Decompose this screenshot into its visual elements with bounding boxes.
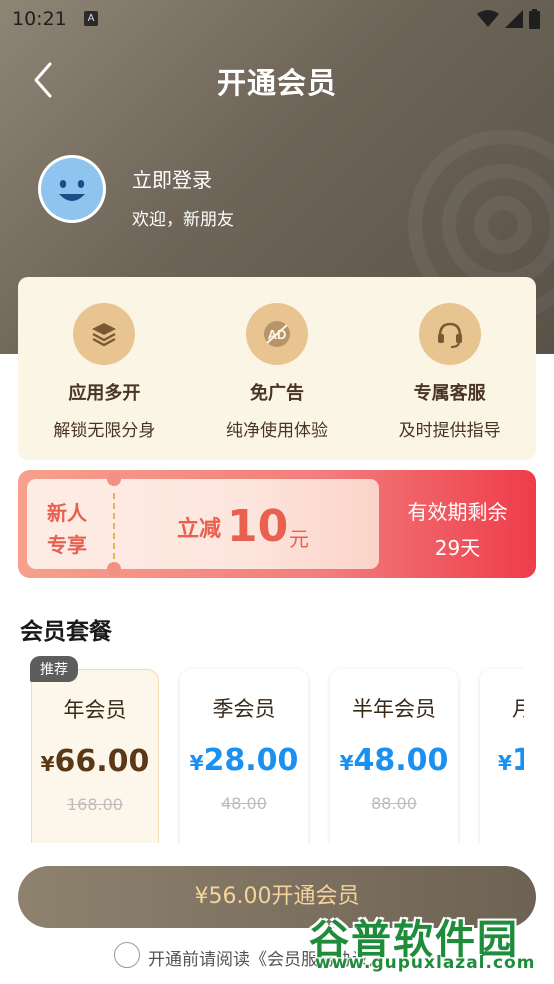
plan-price-value: 1 xyxy=(511,743,524,778)
ad-block-icon: AD xyxy=(246,303,308,365)
plan-card-monthly[interactable]: 月 ¥1 xyxy=(480,669,524,843)
recommend-badge: 推荐 xyxy=(30,656,78,682)
welcome-text: 欢迎，新朋友 xyxy=(132,210,234,230)
currency-symbol: ¥ xyxy=(339,751,354,775)
currency-symbol: ¥ xyxy=(189,751,204,775)
plan-card-half-year[interactable]: 半年会员 ¥48.00 88.00 xyxy=(330,669,458,843)
validity-value: 29天 xyxy=(434,536,481,560)
coupon-tag-line: 新人 xyxy=(47,501,87,525)
plan-price: ¥48.00 xyxy=(330,743,458,778)
coupon-tag-line: 专享 xyxy=(47,533,87,557)
plan-price: ¥28.00 xyxy=(180,743,308,778)
notification-icon: A xyxy=(84,11,98,26)
benefits-card: 应用多开 解锁无限分身 AD 免广告 纯净使用体验 专属客服 及时提供指导 xyxy=(18,277,536,460)
plan-name: 季会员 xyxy=(212,697,276,721)
plan-price: ¥1 xyxy=(480,743,524,778)
benefit-title: 专属客服 xyxy=(413,383,486,404)
coupon-tag: 新人 专享 xyxy=(43,497,91,561)
login-link[interactable]: 立即登录 xyxy=(132,164,212,193)
coupon-notch xyxy=(107,472,121,486)
coupon-amount: 10 xyxy=(227,501,289,552)
plan-card-quarterly[interactable]: 季会员 ¥28.00 48.00 xyxy=(180,669,308,843)
coupon-notch xyxy=(107,562,121,576)
plan-original-price: 48.00 xyxy=(221,794,267,813)
battery-icon xyxy=(529,9,540,29)
benefit-title: 免广告 xyxy=(250,383,304,404)
plan-original-price: 168.00 xyxy=(67,795,123,814)
benefit-desc: 解锁无限分身 xyxy=(53,421,156,441)
benefit-no-ads: AD 免广告 纯净使用体验 xyxy=(191,277,364,460)
benefit-title: 应用多开 xyxy=(68,383,141,404)
watermark-url: www.gupuxlazal.com xyxy=(315,953,536,973)
plan-price: ¥66.00 xyxy=(32,744,158,779)
coupon-reduce-label: 立减 xyxy=(177,517,222,542)
status-icons xyxy=(477,9,540,29)
coupon-unit: 元 xyxy=(289,527,309,551)
watermark: 谷普软件园 www.gupuxlazal.com xyxy=(305,905,551,975)
status-bar: 10:21 A xyxy=(0,0,554,38)
avatar[interactable] xyxy=(38,155,106,223)
benefit-multi-app: 应用多开 解锁无限分身 xyxy=(18,277,191,460)
new-user-coupon[interactable]: 新人 专享 立减 10 元 有效期剩余 29天 xyxy=(18,470,536,578)
page-title: 开通会员 xyxy=(216,66,337,100)
wifi-icon xyxy=(477,10,499,27)
plans-scroller[interactable]: 年会员 ¥66.00 168.00 季会员 ¥28.00 48.00 半年会员 … xyxy=(0,655,524,843)
coupon-divider xyxy=(113,493,115,559)
avatar-face-icon xyxy=(41,158,103,220)
signal-icon xyxy=(505,10,523,28)
plan-name: 月 xyxy=(512,697,524,721)
validity-label: 有效期剩余 xyxy=(407,500,508,524)
plan-name: 年会员 xyxy=(63,698,127,722)
benefit-desc: 及时提供指导 xyxy=(398,421,501,441)
plan-price-value: 66.00 xyxy=(54,744,150,779)
agreement-checkbox[interactable] xyxy=(114,942,140,968)
coupon-validity: 有效期剩余 29天 xyxy=(379,470,536,578)
headset-icon xyxy=(418,303,481,365)
plan-price-value: 48.00 xyxy=(353,743,449,778)
plan-name: 半年会员 xyxy=(352,697,436,721)
coupon-body: 新人 专享 立减 10 元 xyxy=(27,472,379,576)
decorative-ring xyxy=(474,196,532,254)
benefit-desc: 纯净使用体验 xyxy=(226,421,328,441)
plan-original-price: 88.00 xyxy=(371,794,417,813)
currency-symbol: ¥ xyxy=(40,752,55,776)
status-time: 10:21 xyxy=(12,8,67,30)
currency-symbol: ¥ xyxy=(498,751,512,775)
plans-section-title: 会员套餐 xyxy=(20,619,112,645)
plan-card-annual[interactable]: 年会员 ¥66.00 168.00 xyxy=(31,669,159,843)
benefit-support: 专属客服 及时提供指导 xyxy=(363,277,536,460)
plan-price-value: 28.00 xyxy=(203,743,299,778)
layers-icon xyxy=(73,303,136,365)
